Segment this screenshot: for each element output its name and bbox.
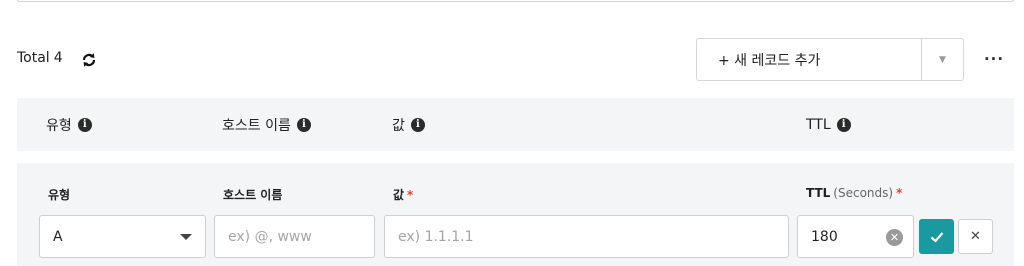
host-input[interactable]: ex) @, www [214, 215, 375, 258]
top-input-field[interactable] [16, 0, 1015, 2]
total-number: 4 [53, 50, 63, 66]
ttl-input-value: 180 [811, 228, 838, 245]
table-header: 유형 i 호스트 이름 i 값 i TTL i [17, 98, 1014, 151]
refresh-icon[interactable] [80, 51, 98, 69]
info-icon[interactable]: i [836, 117, 851, 132]
info-icon[interactable]: i [410, 117, 425, 132]
value-input-placeholder: ex) 1.1.1.1 [398, 228, 474, 245]
chevron-down-icon[interactable]: ▼ [921, 39, 963, 80]
host-field-label: 호스트 이름 [223, 186, 282, 203]
header-host: 호스트 이름 i [222, 98, 311, 151]
header-type: 유형 i [46, 98, 92, 151]
header-type-label: 유형 [46, 117, 72, 134]
type-select[interactable]: A [39, 215, 206, 258]
header-value-label: 값 [392, 117, 405, 134]
more-options-button[interactable]: ··· [982, 50, 1006, 68]
ttl-input[interactable]: 180 ✕ [797, 215, 914, 258]
header-host-label: 호스트 이름 [222, 117, 291, 134]
header-ttl: TTL i [806, 98, 851, 151]
total-label: Total [17, 50, 50, 66]
add-record-button[interactable]: + 새 레코드 추가 [697, 39, 921, 80]
add-record-dropdown: + 새 레코드 추가 ▼ [696, 38, 964, 81]
header-ttl-label: TTL [806, 116, 831, 133]
host-input-placeholder: ex) @, www [228, 228, 312, 245]
check-icon [930, 231, 943, 243]
confirm-button[interactable] [919, 219, 954, 254]
caret-down-icon [180, 234, 192, 240]
type-field-label: 유형 [48, 186, 70, 203]
info-icon[interactable]: i [296, 117, 311, 132]
host-field-label-text: 호스트 이름 [223, 188, 283, 202]
close-icon: ✕ [970, 229, 981, 244]
ttl-field-label: TTL (Seconds) * [806, 186, 902, 200]
required-marker: * [407, 188, 414, 202]
type-field-label-text: 유형 [48, 188, 71, 202]
value-input[interactable]: ex) 1.1.1.1 [384, 215, 789, 258]
value-field-label-text: 값 [393, 188, 405, 202]
total-count: Total 4 [17, 50, 63, 66]
info-icon[interactable]: i [77, 117, 92, 132]
header-value: 값 i [392, 98, 425, 151]
ttl-field-label-text: TTL [806, 186, 831, 200]
ttl-unit-label: (Seconds) [833, 186, 894, 200]
required-marker: * [896, 186, 903, 200]
cancel-button[interactable]: ✕ [958, 219, 993, 254]
clear-icon[interactable]: ✕ [886, 229, 903, 246]
type-select-value: A [53, 228, 63, 245]
value-field-label: 값 * [393, 186, 413, 203]
